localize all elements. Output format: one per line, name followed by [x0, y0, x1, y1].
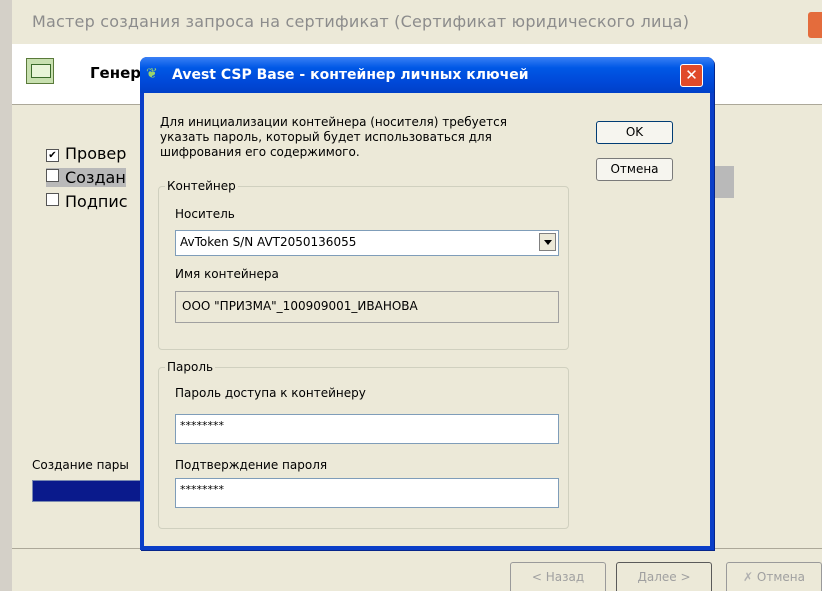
checkbox-icon [46, 169, 59, 182]
progress-label: Создание пары [32, 458, 129, 472]
wizard-title: Мастер создания запроса на сертификат (С… [32, 12, 690, 31]
password-label: Пароль доступа к контейнеру [175, 386, 366, 400]
step-label: Создан [65, 168, 126, 187]
checkbox-icon [46, 193, 59, 206]
crossed-icon: ✗ [743, 570, 757, 584]
password-group: Пароль Пароль доступа к контейнеру *****… [158, 360, 569, 529]
wizard-cancel-button[interactable]: ✗ Отмена [726, 562, 822, 591]
container-name-label: Имя контейнера [175, 267, 279, 281]
media-select[interactable]: AvToken S/N AVT2050136055 [175, 230, 559, 256]
ok-button[interactable]: OK [596, 121, 673, 144]
step-label: Подпис [65, 192, 128, 211]
password-group-title: Пароль [165, 360, 216, 374]
wizard-close-button[interactable] [808, 12, 822, 38]
checkbox-checked-icon: ✔ [46, 149, 59, 162]
confirm-password-label: Подтверждение пароля [175, 458, 328, 472]
dialog-title: Avest CSP Base - контейнер личных ключей [172, 67, 529, 83]
step-label: Провер [65, 144, 127, 163]
container-name-field: ООО "ПРИЗМА"_100909001_ИВАНОВА [175, 291, 559, 323]
confirm-password-field[interactable]: ******** [175, 478, 559, 508]
step-item-create: Создан [46, 168, 126, 187]
certificate-icon [26, 58, 54, 84]
cancel-button[interactable]: Отмена [596, 158, 673, 181]
container-group-title: Контейнер [165, 179, 238, 193]
next-button[interactable]: Далее > [616, 562, 712, 591]
dialog-titlebar: ❦ Avest CSP Base - контейнер личных ключ… [140, 57, 714, 93]
close-icon[interactable]: ✕ [680, 64, 703, 87]
media-select-value: AvToken S/N AVT2050136055 [180, 235, 357, 249]
back-button[interactable]: < Назад [510, 562, 606, 591]
step-item-sign: Подпис [46, 192, 128, 211]
progress-bar [32, 480, 144, 502]
wizard-titlebar: Мастер создания запроса на сертификат (С… [12, 0, 822, 44]
media-label: Носитель [175, 207, 235, 221]
password-field[interactable]: ******** [175, 414, 559, 444]
chevron-down-icon[interactable] [539, 233, 556, 251]
container-group: Контейнер Носитель AvToken S/N AVT205013… [158, 179, 569, 350]
left-edge-strip [0, 0, 12, 591]
avest-app-icon: ❦ [146, 66, 158, 82]
wizard-step-title: Генер [90, 64, 142, 82]
wizard-cancel-label: Отмена [756, 570, 805, 584]
key-container-dialog: ❦ Avest CSP Base - контейнер личных ключ… [140, 57, 714, 550]
dialog-client-area: Для инициализации контейнера (носителя) … [144, 93, 710, 546]
dialog-intro-text: Для инициализации контейнера (носителя) … [160, 115, 507, 159]
step-item-check: ✔ Провер [46, 144, 126, 163]
